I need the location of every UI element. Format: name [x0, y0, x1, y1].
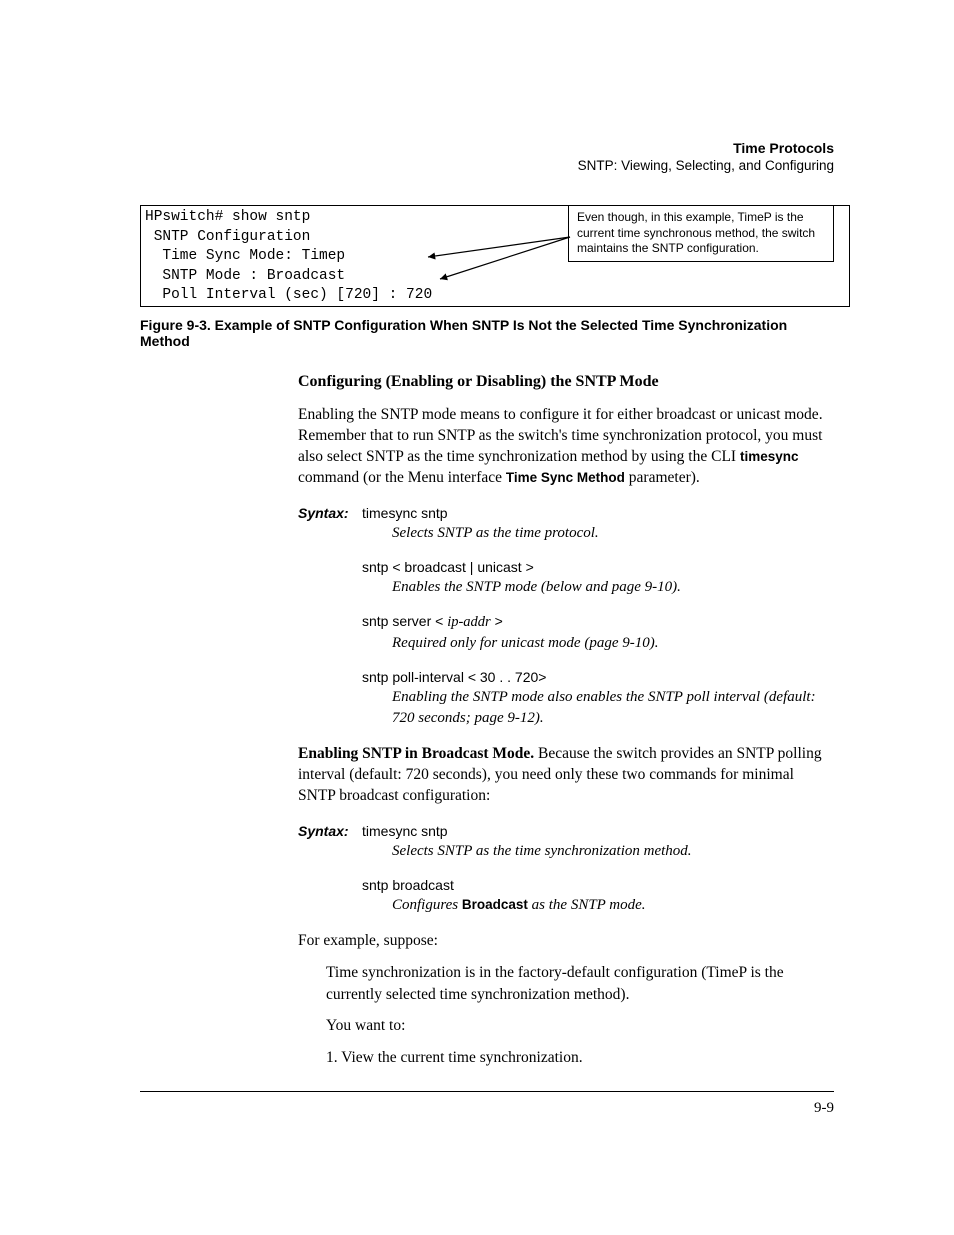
page: Time Protocols SNTP: Viewing, Selecting,… [0, 0, 954, 1177]
list-item: You want to: [326, 1015, 834, 1037]
header-subtitle: SNTP: Viewing, Selecting, and Configurin… [140, 158, 834, 173]
cli-command: timesync [740, 449, 799, 464]
syntax-command: sntp broadcast [362, 877, 834, 893]
syntax-label: Syntax: [298, 823, 362, 839]
figure-9-3: HPswitch# show sntp SNTP Configuration T… [140, 205, 834, 307]
term-line: SNTP Mode : Broadcast [145, 267, 845, 287]
footer-rule [140, 1091, 834, 1092]
syntax-description: Required only for unicast mode (page 9-1… [392, 633, 834, 653]
mode-name: Broadcast [462, 897, 528, 912]
syntax-block: Syntax: timesync sntp Selects SNTP as th… [298, 823, 834, 916]
param: ip-addr [447, 614, 491, 630]
header-title: Time Protocols [140, 140, 834, 156]
text: as the SNTP mode. [528, 897, 646, 913]
section-title: Configuring (Enabling or Disabling) the … [298, 373, 834, 391]
syntax-description: Configures Broadcast as the SNTP mode. [392, 895, 834, 915]
paragraph: Enabling the SNTP mode means to configur… [298, 405, 834, 489]
syntax-command: sntp < broadcast | unicast > [362, 559, 834, 575]
syntax-description: Enables the SNTP mode (below and page 9-… [392, 577, 834, 597]
syntax-description: Selects SNTP as the time synchronization… [392, 841, 834, 861]
syntax-command: timesync sntp [362, 823, 448, 839]
text: parameter). [625, 469, 700, 486]
callout-box: Even though, in this example, TimeP is t… [568, 205, 834, 262]
syntax-description: Selects SNTP as the time protocol. [392, 523, 834, 543]
syntax-command: timesync sntp [362, 505, 448, 521]
run-in-heading: Enabling SNTP in Broadcast Mode. [298, 745, 534, 762]
syntax-description: Enabling the SNTP mode also enables the … [392, 687, 834, 728]
syntax-command: sntp poll-interval < 30 . . 720> [362, 669, 834, 685]
text: > [491, 613, 503, 629]
menu-command: Time Sync Method [506, 470, 625, 485]
text: sntp server < [362, 613, 447, 629]
syntax-block: Syntax: timesync sntp Selects SNTP as th… [298, 505, 834, 728]
content-block: Configuring (Enabling or Disabling) the … [298, 373, 834, 1069]
page-header: Time Protocols SNTP: Viewing, Selecting,… [140, 140, 834, 173]
example-list: Time synchronization is in the factory-d… [326, 962, 834, 1069]
text: command (or the Menu interface [298, 469, 506, 486]
text: Configures [392, 897, 462, 913]
syntax-label: Syntax: [298, 505, 362, 521]
figure-caption: Figure 9-3. Example of SNTP Configuratio… [140, 317, 834, 349]
term-line: Poll Interval (sec) [720] : 720 [145, 286, 845, 306]
paragraph: For example, suppose: [298, 931, 834, 952]
list-item: Time synchronization is in the factory-d… [326, 962, 834, 1005]
paragraph: Enabling SNTP in Broadcast Mode. Because… [298, 744, 834, 807]
syntax-command: sntp server < ip-addr > [362, 613, 834, 631]
page-number: 9-9 [140, 1100, 834, 1117]
list-item: 1. View the current time synchronization… [326, 1047, 834, 1069]
